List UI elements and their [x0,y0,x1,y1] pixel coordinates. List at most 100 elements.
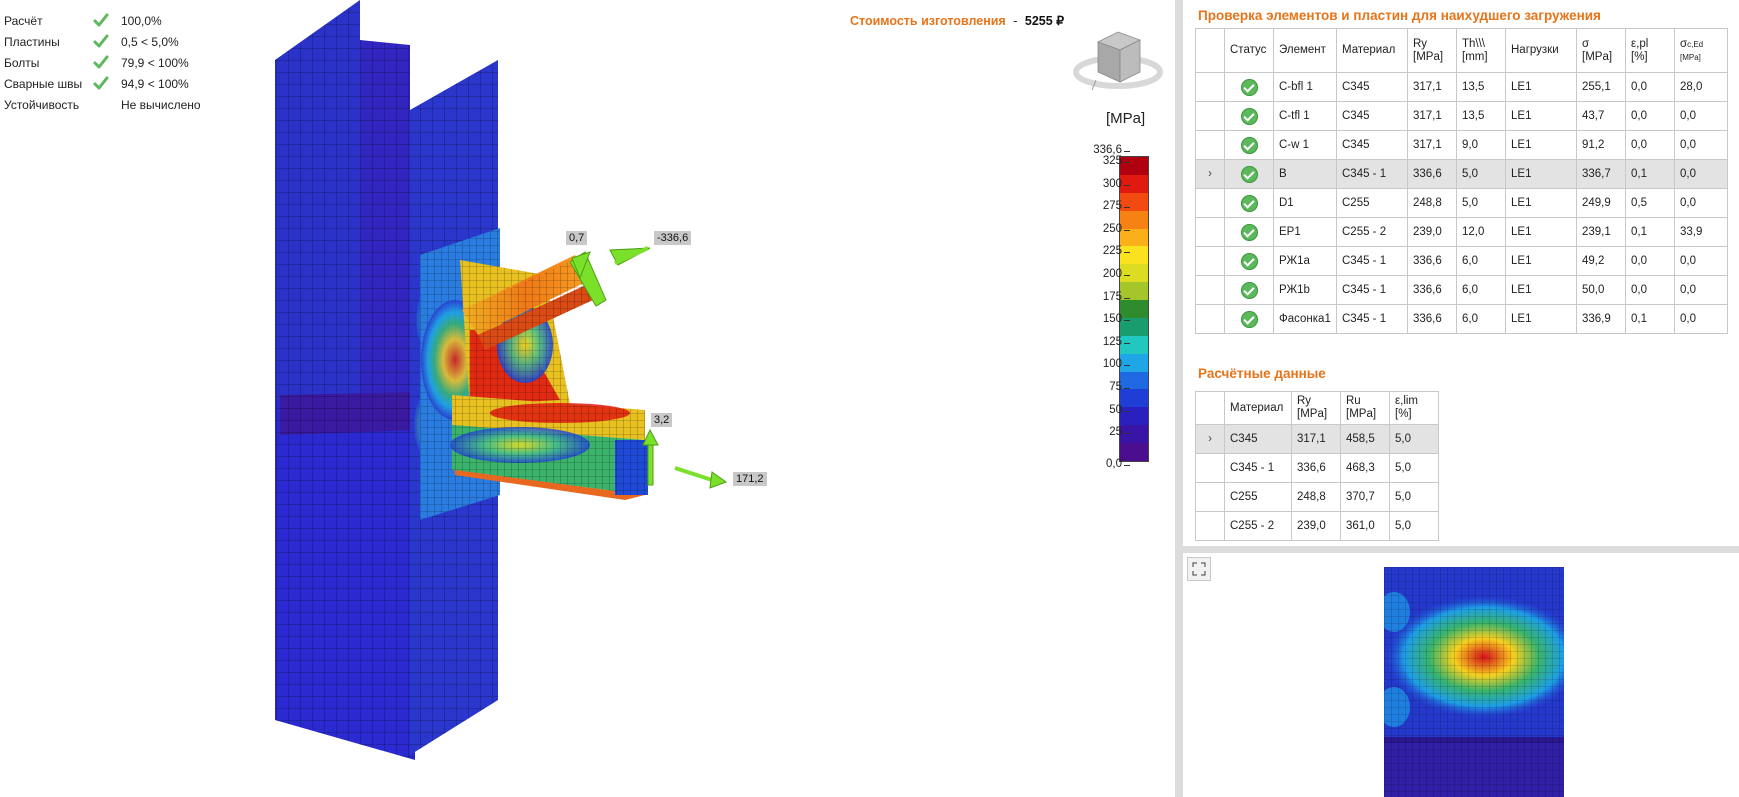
row-selector[interactable] [1195,453,1225,483]
check-table-row[interactable]: C-tfl 1 C345 317,1 13,5 LE1 43,7 0,0 0,0 [1195,101,1728,131]
cost-separator: - [1013,14,1018,28]
check-table-row[interactable]: РЖ1b C345 - 1 336,6 6,0 LE1 50,0 0,0 0,0 [1195,275,1728,305]
check-table-row[interactable]: › B C345 - 1 336,6 5,0 LE1 336,7 0,1 0,0 [1195,159,1728,189]
cell-sigma: 49,2 [1576,246,1626,276]
design-table-row[interactable]: C255 248,8 370,7 5,0 [1195,482,1439,512]
check-table-title: Проверка элементов и пластин для наихудш… [1198,8,1601,23]
summary-value: 79,9 < 100% [121,56,189,70]
design-header-selector [1195,391,1225,425]
legend-color-band [1120,246,1148,265]
cell-ry: 336,6 [1407,246,1457,276]
cell-load: LE1 [1505,159,1577,189]
vertical-splitter[interactable] [1175,0,1183,797]
design-header-elim[interactable]: ε,lim [%] [1389,391,1439,425]
row-selector[interactable] [1195,72,1225,102]
cost-label: Стоимость изготовления [850,14,1006,28]
row-selector[interactable] [1195,130,1225,160]
header-sigma[interactable]: σ [MPa] [1576,28,1626,73]
header-loads[interactable]: Нагрузки [1505,28,1577,73]
legend-color-band [1120,228,1148,247]
expand-view-button[interactable] [1187,557,1211,581]
header-sced-sub: c,Ed [1687,39,1704,49]
cell-sced: 0,0 [1674,188,1728,218]
legend-color-band [1120,264,1148,283]
legend-tick-label: 175 [1102,290,1131,303]
check-table-row[interactable]: C-bfl 1 C345 317,1 13,5 LE1 255,1 0,0 28,0 [1195,72,1728,102]
header-th-unit: [mm] [1462,50,1488,63]
design-header-ry-label: Ry [1297,395,1312,407]
horizontal-splitter[interactable] [1183,546,1739,553]
cell-material: C255 - 2 [1336,217,1408,247]
header-status[interactable]: Статус [1224,28,1274,73]
design-header-ry[interactable]: Ry [MPa] [1291,391,1341,425]
design-header-elim-unit: [%] [1395,408,1412,420]
status-ok-icon [1240,281,1258,299]
cell-load: LE1 [1505,101,1577,131]
cell-sced: 0,0 [1674,275,1728,305]
header-ry-unit: [MPa] [1413,50,1444,63]
check-table-row[interactable]: EP1 C255 - 2 239,0 12,0 LE1 239,1 0,1 33,9 [1195,217,1728,247]
design-header-material[interactable]: Материал [1224,391,1292,425]
cell-material: C255 [1336,188,1408,218]
row-selector[interactable] [1195,188,1225,218]
header-ry[interactable]: Ry [MPa] [1407,28,1457,73]
row-status [1224,217,1274,247]
row-status [1224,304,1274,334]
design-table-row[interactable]: C345 - 1 336,6 468,3 5,0 [1195,453,1439,483]
fem-model-view[interactable] [0,0,1175,797]
legend-tick-label: 300 [1102,177,1131,190]
cell-element: C-w 1 [1273,130,1337,160]
3d-viewport[interactable]: Расчёт 100,0% Пластины 0,5 < 5,0% Болты 79,9 … [0,0,1175,797]
header-th-label: Th\\\ [1462,37,1486,50]
check-table-row[interactable]: C-w 1 C345 317,1 9,0 LE1 91,2 0,0 0,0 [1195,130,1728,160]
design-data-table: Материал Ry [MPa] Ru [MPa] ε,lim [%] › C345 3… [1195,391,1439,541]
row-selector[interactable] [1195,246,1225,276]
check-table-row[interactable]: Фасонка1 C345 - 1 336,6 6,0 LE1 336,9 0,1 0,0 [1195,304,1728,334]
design-table-row[interactable]: › C345 317,1 458,5 5,0 [1195,424,1439,454]
cell-elim: 5,0 [1389,482,1439,512]
cell-material: C345 - 1 [1224,453,1292,483]
cell-th: 5,0 [1456,188,1506,218]
header-th[interactable]: Th\\\ [mm] [1456,28,1506,73]
design-header-ru[interactable]: Ru [MPa] [1340,391,1390,425]
row-selector[interactable] [1195,217,1225,247]
row-selector[interactable]: › [1195,159,1225,189]
header-material[interactable]: Материал [1336,28,1408,73]
row-pointer-icon: › [1208,433,1212,445]
check-table-row[interactable]: РЖ1a C345 - 1 336,6 6,0 LE1 49,2 0,0 0,0 [1195,246,1728,276]
row-selector[interactable] [1195,101,1225,131]
status-ok-icon [1240,252,1258,270]
cell-elim: 5,0 [1389,424,1439,454]
legend-unit: [MPa] [1106,110,1146,127]
row-selector[interactable] [1195,511,1225,541]
row-selector[interactable] [1195,304,1225,334]
header-element[interactable]: Элемент [1273,28,1337,73]
check-icon [93,55,109,69]
legend-tick-label: 25 [1109,426,1130,439]
row-status [1224,130,1274,160]
legend-tick-label: 100 [1102,358,1131,371]
row-status [1224,159,1274,189]
cell-epl: 0,0 [1625,246,1675,276]
check-table-row[interactable]: D1 C255 248,8 5,0 LE1 249,9 0,5 0,0 [1195,188,1728,218]
design-table-row[interactable]: C255 - 2 239,0 361,0 5,0 [1195,511,1439,541]
force-label-brace-axial: -336,6 [654,231,692,245]
header-sced-unit: [MPa] [1680,52,1701,62]
view-cube-icon[interactable] [1070,20,1166,98]
header-sced[interactable]: σc,Ed [MPa] [1674,28,1728,73]
row-selector[interactable] [1195,482,1225,512]
cell-sced: 0,0 [1674,130,1728,160]
legend-color-band [1120,157,1148,175]
status-ok-icon [1240,78,1258,96]
header-epl[interactable]: ε,pl [%] [1625,28,1675,73]
cell-sigma: 239,1 [1576,217,1626,247]
cell-ry: 239,0 [1407,217,1457,247]
cell-epl: 0,0 [1625,275,1675,305]
cell-sigma: 43,7 [1576,101,1626,131]
row-selector[interactable]: › [1195,424,1225,454]
cell-ry: 317,1 [1291,424,1341,454]
plate-detail-view[interactable] [1183,553,1739,797]
force-label-beam-shear: 3,2 [651,413,673,427]
row-selector[interactable] [1195,275,1225,305]
cell-load: LE1 [1505,188,1577,218]
